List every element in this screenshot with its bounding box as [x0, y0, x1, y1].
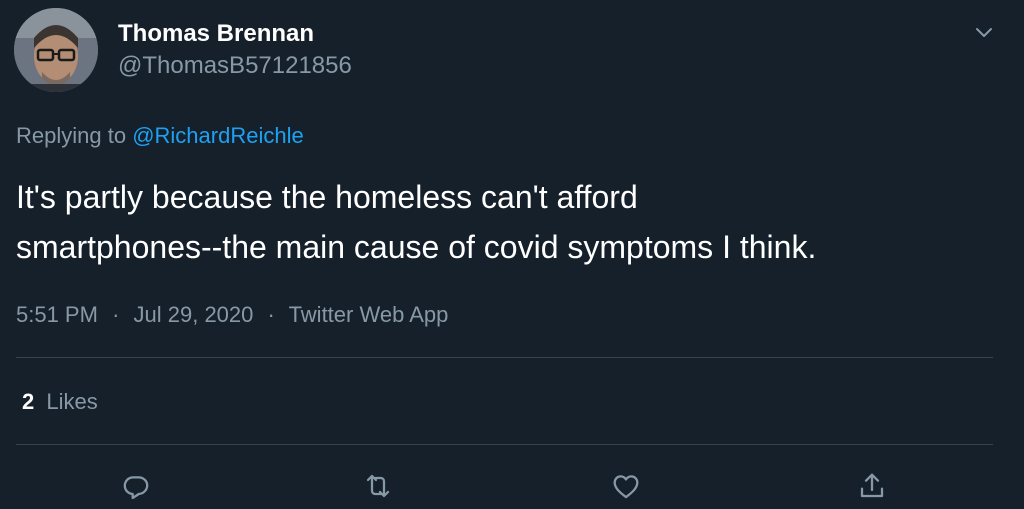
retweet-button[interactable] — [358, 466, 398, 506]
author-block: Thomas Brennan @ThomasB57121856 — [118, 20, 352, 80]
divider — [16, 357, 993, 358]
meta-separator: · — [267, 302, 275, 327]
likes-label: Likes — [46, 389, 98, 414]
user-avatar-photo — [14, 8, 98, 92]
reply-mention-link[interactable]: @RichardReichle — [132, 123, 304, 148]
share-button[interactable] — [852, 466, 892, 506]
more-options-button[interactable] — [972, 20, 996, 44]
tweet-text: It's partly because the homeless can't a… — [16, 172, 1016, 272]
replying-to: Replying to @RichardReichle — [16, 122, 304, 150]
heart-icon — [613, 475, 639, 499]
share-icon — [860, 473, 884, 498]
like-button[interactable] — [606, 466, 646, 506]
tweet-date[interactable]: Jul 29, 2020 — [134, 302, 254, 327]
likes-stat[interactable]: 2 Likes — [22, 387, 98, 417]
action-bar — [0, 466, 1024, 506]
divider — [16, 444, 993, 445]
tweet-detail: Thomas Brennan @ThomasB57121856 Replying… — [0, 0, 1024, 509]
tweet-text-line: smartphones--the main cause of covid sym… — [16, 229, 817, 265]
tweet-source[interactable]: Twitter Web App — [289, 302, 449, 327]
reply-icon — [123, 476, 149, 500]
avatar[interactable] — [14, 8, 98, 92]
replying-prefix: Replying to — [16, 123, 127, 148]
user-handle[interactable]: @ThomasB57121856 — [118, 52, 352, 80]
chevron-down-icon — [976, 28, 992, 37]
tweet-time[interactable]: 5:51 PM — [16, 302, 98, 327]
retweet-icon — [366, 474, 390, 498]
reply-button[interactable] — [116, 466, 156, 506]
tweet-text-line: It's partly because the homeless can't a… — [16, 179, 638, 215]
likes-count: 2 — [22, 389, 35, 414]
meta-separator: · — [112, 302, 120, 327]
display-name[interactable]: Thomas Brennan — [118, 20, 352, 48]
tweet-meta: 5:51 PM · Jul 29, 2020 · Twitter Web App — [16, 300, 448, 330]
